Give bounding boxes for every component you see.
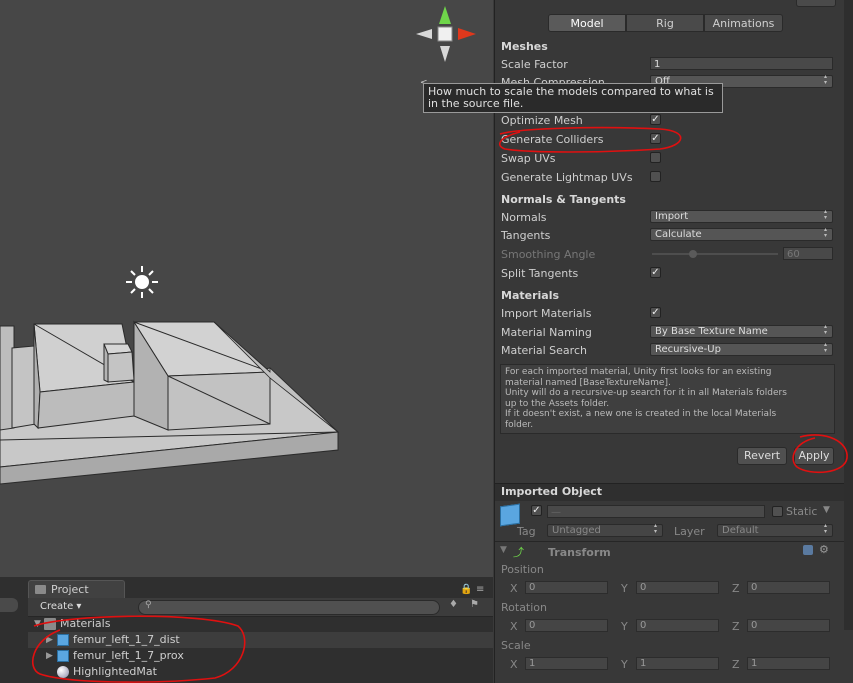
annotation-circle-apply — [792, 434, 848, 474]
tooltip: How much to scale the models compared to… — [423, 83, 723, 113]
annotation-circle-assets — [31, 615, 246, 683]
tooltip-line-2: in the source file. — [428, 97, 524, 110]
annotation-circle-generate-colliders — [498, 126, 682, 153]
